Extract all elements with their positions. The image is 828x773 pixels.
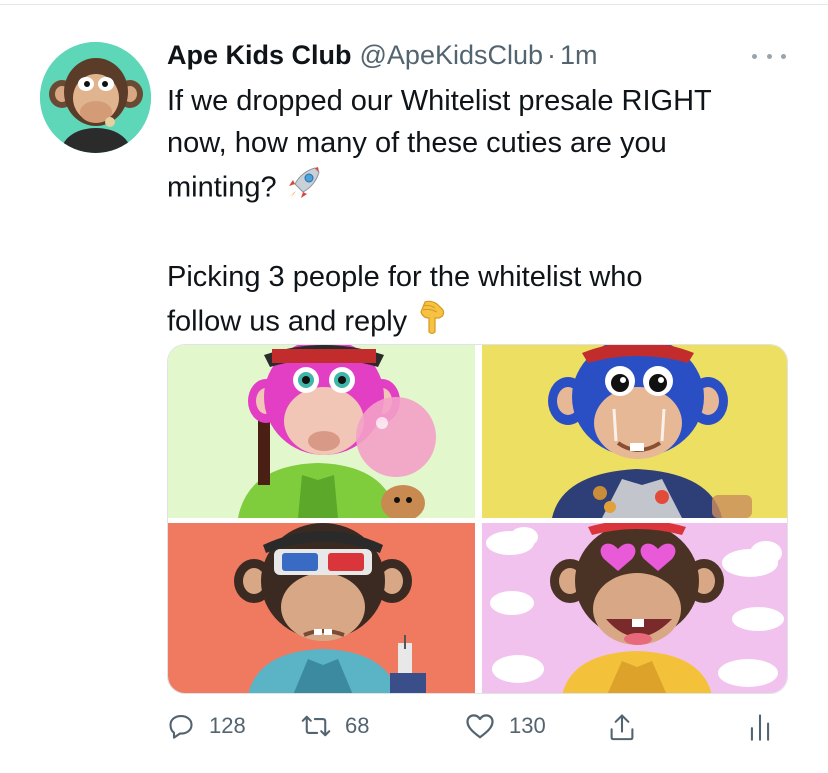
tweet-text-line: now, how many of these cuties are you [167, 127, 667, 159]
reply-icon [169, 715, 193, 739]
pink-ape-image [168, 345, 475, 518]
blue-ape-image [482, 345, 787, 518]
reply-count: 128 [209, 713, 246, 738]
retweet-button[interactable]: 68 [301, 712, 369, 740]
media-image[interactable] [482, 523, 787, 693]
like-count: 130 [509, 713, 546, 738]
tweet-timestamp[interactable]: 1m [560, 40, 598, 71]
tweet-text-line: follow us and reply [167, 298, 787, 348]
retweet-count: 68 [345, 713, 370, 738]
ape-heart-eyes-image [482, 523, 787, 693]
separator-dot: · [547, 40, 557, 70]
ape-3d-glasses-image [168, 523, 475, 693]
heart-icon [466, 714, 494, 739]
tweet-text-line: minting? [167, 164, 787, 214]
tweet[interactable]: Ape Kids Club @ApeKidsClub · 1m If we dr… [0, 0, 828, 773]
rocket-icon [285, 164, 323, 214]
like-button[interactable]: 130 [465, 712, 546, 740]
author-handle[interactable]: @ApeKidsClub [360, 40, 544, 71]
media-image[interactable] [168, 345, 475, 518]
analytics-button[interactable] [747, 712, 787, 742]
pointing-down-icon [415, 298, 449, 348]
media-image[interactable] [482, 345, 787, 518]
author-name[interactable]: Ape Kids Club [167, 40, 352, 71]
tweet-text-line: If we dropped our Whitelist presale RIGH… [167, 85, 712, 117]
reply-button[interactable]: 128 [167, 712, 246, 740]
tweet-header: Ape Kids Club @ApeKidsClub · 1m [167, 40, 598, 76]
divider [0, 4, 828, 5]
media-image[interactable] [168, 523, 475, 693]
share-button[interactable] [608, 712, 650, 742]
tweet-text: If we dropped our Whitelist presale RIGH… [167, 80, 787, 348]
more-options-icon[interactable] [752, 46, 786, 66]
avatar[interactable] [40, 42, 151, 153]
share-icon [610, 714, 634, 741]
tweet-media-grid[interactable] [167, 344, 788, 694]
tweet-text-line: Picking 3 people for the whitelist who [167, 261, 643, 293]
ape-avatar-icon [40, 42, 151, 153]
retweet-icon [301, 715, 331, 737]
analytics-icon [750, 714, 770, 741]
tweet-actions: 128 68 130 [167, 708, 787, 748]
